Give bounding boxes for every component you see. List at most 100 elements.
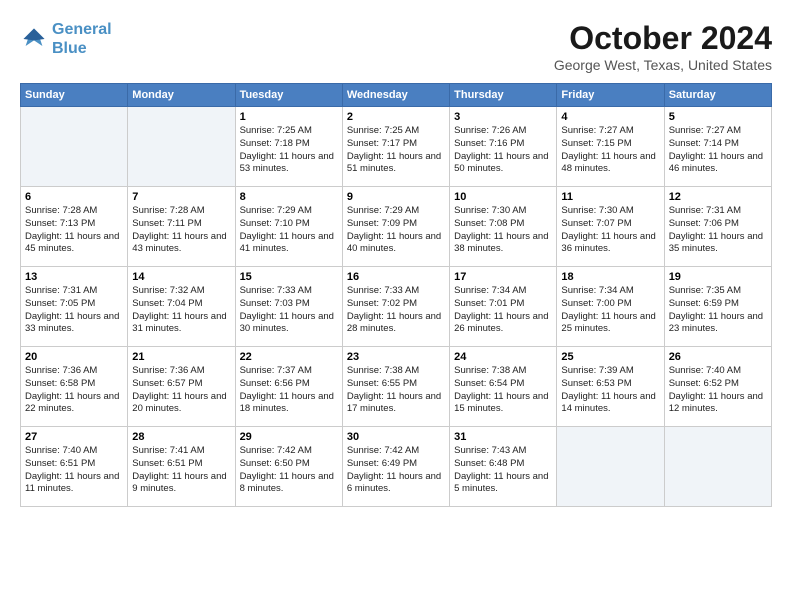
day-info: Sunrise: 7:41 AM Sunset: 6:51 PM Dayligh… (132, 445, 230, 496)
weekday-header-wednesday: Wednesday (342, 84, 449, 107)
day-number: 24 (454, 351, 552, 363)
day-number: 29 (240, 431, 338, 443)
logo: General Blue (20, 20, 112, 58)
day-info: Sunrise: 7:36 AM Sunset: 6:57 PM Dayligh… (132, 365, 230, 416)
calendar-cell: 25 Sunrise: 7:39 AM Sunset: 6:53 PM Dayli… (557, 347, 664, 427)
calendar-cell: 18 Sunrise: 7:34 AM Sunset: 7:00 PM Dayli… (557, 267, 664, 347)
calendar-body: 1 Sunrise: 7:25 AM Sunset: 7:18 PM Daylig… (21, 107, 772, 507)
day-number: 20 (25, 351, 123, 363)
calendar-cell (128, 107, 235, 187)
calendar-cell: 3 Sunrise: 7:26 AM Sunset: 7:16 PM Daylig… (450, 107, 557, 187)
day-number: 14 (132, 271, 230, 283)
calendar-cell: 24 Sunrise: 7:38 AM Sunset: 6:54 PM Dayli… (450, 347, 557, 427)
day-info: Sunrise: 7:34 AM Sunset: 7:01 PM Dayligh… (454, 285, 552, 336)
day-number: 6 (25, 191, 123, 203)
day-number: 31 (454, 431, 552, 443)
month-title: October 2024 (554, 20, 772, 57)
day-info: Sunrise: 7:38 AM Sunset: 6:54 PM Dayligh… (454, 365, 552, 416)
day-info: Sunrise: 7:29 AM Sunset: 7:10 PM Dayligh… (240, 205, 338, 256)
calendar-cell: 13 Sunrise: 7:31 AM Sunset: 7:05 PM Dayli… (21, 267, 128, 347)
calendar-cell (557, 427, 664, 507)
day-info: Sunrise: 7:31 AM Sunset: 7:05 PM Dayligh… (25, 285, 123, 336)
day-info: Sunrise: 7:37 AM Sunset: 6:56 PM Dayligh… (240, 365, 338, 416)
calendar-cell: 11 Sunrise: 7:30 AM Sunset: 7:07 PM Dayli… (557, 187, 664, 267)
day-number: 23 (347, 351, 445, 363)
day-number: 9 (347, 191, 445, 203)
day-info: Sunrise: 7:26 AM Sunset: 7:16 PM Dayligh… (454, 125, 552, 176)
week-row-4: 27 Sunrise: 7:40 AM Sunset: 6:51 PM Dayli… (21, 427, 772, 507)
day-info: Sunrise: 7:34 AM Sunset: 7:00 PM Dayligh… (561, 285, 659, 336)
calendar-cell: 19 Sunrise: 7:35 AM Sunset: 6:59 PM Dayli… (664, 267, 771, 347)
day-info: Sunrise: 7:43 AM Sunset: 6:48 PM Dayligh… (454, 445, 552, 496)
day-number: 3 (454, 111, 552, 123)
day-number: 5 (669, 111, 767, 123)
logo-text: General Blue (52, 20, 112, 58)
calendar-cell: 5 Sunrise: 7:27 AM Sunset: 7:14 PM Daylig… (664, 107, 771, 187)
day-info: Sunrise: 7:40 AM Sunset: 6:52 PM Dayligh… (669, 365, 767, 416)
calendar-cell (664, 427, 771, 507)
day-number: 18 (561, 271, 659, 283)
calendar-cell: 29 Sunrise: 7:42 AM Sunset: 6:50 PM Dayli… (235, 427, 342, 507)
weekday-header-tuesday: Tuesday (235, 84, 342, 107)
calendar-cell: 6Sunrise: 7:28 AM Sunset: 7:13 PM Daylig… (21, 187, 128, 267)
day-number: 12 (669, 191, 767, 203)
day-number: 2 (347, 111, 445, 123)
day-info: Sunrise: 7:29 AM Sunset: 7:09 PM Dayligh… (347, 205, 445, 256)
day-number: 11 (561, 191, 659, 203)
day-number: 15 (240, 271, 338, 283)
calendar-cell: 27 Sunrise: 7:40 AM Sunset: 6:51 PM Dayli… (21, 427, 128, 507)
calendar-cell: 16Sunrise: 7:33 AM Sunset: 7:02 PM Dayli… (342, 267, 449, 347)
title-block: October 2024 George West, Texas, United … (554, 20, 772, 73)
day-number: 28 (132, 431, 230, 443)
location-title: George West, Texas, United States (554, 57, 772, 73)
day-info: Sunrise: 7:39 AM Sunset: 6:53 PM Dayligh… (561, 365, 659, 416)
day-info: Sunrise: 7:31 AM Sunset: 7:06 PM Dayligh… (669, 205, 767, 256)
day-number: 4 (561, 111, 659, 123)
calendar-cell: 17 Sunrise: 7:34 AM Sunset: 7:01 PM Dayli… (450, 267, 557, 347)
weekday-header-row: SundayMondayTuesdayWednesdayThursdayFrid… (21, 84, 772, 107)
weekday-header-monday: Monday (128, 84, 235, 107)
week-row-3: 20Sunrise: 7:36 AM Sunset: 6:58 PM Dayli… (21, 347, 772, 427)
day-info: Sunrise: 7:28 AM Sunset: 7:11 PM Dayligh… (132, 205, 230, 256)
day-number: 30 (347, 431, 445, 443)
calendar-cell: 26Sunrise: 7:40 AM Sunset: 6:52 PM Dayli… (664, 347, 771, 427)
calendar-cell: 20Sunrise: 7:36 AM Sunset: 6:58 PM Dayli… (21, 347, 128, 427)
calendar-cell: 10Sunrise: 7:30 AM Sunset: 7:08 PM Dayli… (450, 187, 557, 267)
day-info: Sunrise: 7:33 AM Sunset: 7:03 PM Dayligh… (240, 285, 338, 336)
page-header: General Blue October 2024 George West, T… (20, 20, 772, 73)
day-number: 21 (132, 351, 230, 363)
day-info: Sunrise: 7:40 AM Sunset: 6:51 PM Dayligh… (25, 445, 123, 496)
day-number: 25 (561, 351, 659, 363)
day-info: Sunrise: 7:30 AM Sunset: 7:08 PM Dayligh… (454, 205, 552, 256)
calendar-cell: 7 Sunrise: 7:28 AM Sunset: 7:11 PM Daylig… (128, 187, 235, 267)
day-number: 8 (240, 191, 338, 203)
day-info: Sunrise: 7:25 AM Sunset: 7:18 PM Dayligh… (240, 125, 338, 176)
calendar-table: SundayMondayTuesdayWednesdayThursdayFrid… (20, 83, 772, 507)
week-row-1: 6Sunrise: 7:28 AM Sunset: 7:13 PM Daylig… (21, 187, 772, 267)
day-info: Sunrise: 7:30 AM Sunset: 7:07 PM Dayligh… (561, 205, 659, 256)
day-number: 17 (454, 271, 552, 283)
calendar-cell: 8 Sunrise: 7:29 AM Sunset: 7:10 PM Daylig… (235, 187, 342, 267)
calendar-cell: 2 Sunrise: 7:25 AM Sunset: 7:17 PM Daylig… (342, 107, 449, 187)
day-info: Sunrise: 7:42 AM Sunset: 6:49 PM Dayligh… (347, 445, 445, 496)
day-number: 1 (240, 111, 338, 123)
calendar-cell: 31 Sunrise: 7:43 AM Sunset: 6:48 PM Dayli… (450, 427, 557, 507)
day-info: Sunrise: 7:27 AM Sunset: 7:14 PM Dayligh… (669, 125, 767, 176)
day-number: 7 (132, 191, 230, 203)
calendar-cell: 28 Sunrise: 7:41 AM Sunset: 6:51 PM Dayli… (128, 427, 235, 507)
calendar-cell: 15 Sunrise: 7:33 AM Sunset: 7:03 PM Dayli… (235, 267, 342, 347)
calendar-cell: 30 Sunrise: 7:42 AM Sunset: 6:49 PM Dayli… (342, 427, 449, 507)
day-info: Sunrise: 7:32 AM Sunset: 7:04 PM Dayligh… (132, 285, 230, 336)
day-info: Sunrise: 7:25 AM Sunset: 7:17 PM Dayligh… (347, 125, 445, 176)
day-number: 19 (669, 271, 767, 283)
weekday-header-friday: Friday (557, 84, 664, 107)
day-info: Sunrise: 7:42 AM Sunset: 6:50 PM Dayligh… (240, 445, 338, 496)
day-info: Sunrise: 7:35 AM Sunset: 6:59 PM Dayligh… (669, 285, 767, 336)
calendar-cell: 22Sunrise: 7:37 AM Sunset: 6:56 PM Dayli… (235, 347, 342, 427)
day-number: 13 (25, 271, 123, 283)
weekday-header-saturday: Saturday (664, 84, 771, 107)
calendar-cell: 1 Sunrise: 7:25 AM Sunset: 7:18 PM Daylig… (235, 107, 342, 187)
day-number: 16 (347, 271, 445, 283)
calendar-cell: 14 Sunrise: 7:32 AM Sunset: 7:04 PM Dayli… (128, 267, 235, 347)
day-number: 27 (25, 431, 123, 443)
